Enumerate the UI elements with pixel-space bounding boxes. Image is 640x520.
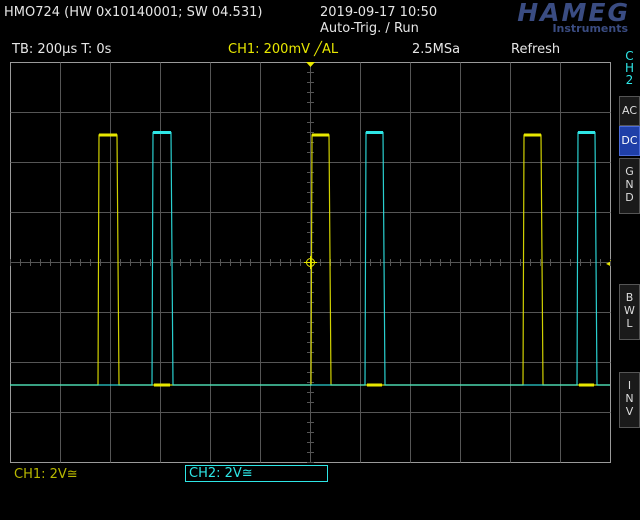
timebase-readout[interactable]: TB: 200µs T: 0s xyxy=(12,42,111,58)
ac-coupling-button[interactable]: AC xyxy=(619,96,640,126)
invert-button[interactable]: I N V xyxy=(619,372,640,428)
ch1-scale-readout[interactable]: CH1: 2V≅ xyxy=(14,467,78,483)
bandwidth-limit-button[interactable]: B W L xyxy=(619,284,640,340)
datetime: 2019-09-17 10:50 xyxy=(320,5,438,20)
acquire-mode: Refresh xyxy=(511,42,561,57)
trigger-level-marker: ◂T xyxy=(606,259,611,268)
device-info: HMO724 (HW 0x10140001; SW 04.531) xyxy=(4,5,263,20)
hameg-logo: HAMEG Instruments xyxy=(452,0,632,38)
logo-sub: Instruments xyxy=(552,22,628,35)
gnd-button[interactable]: G N D xyxy=(619,158,640,214)
dc-coupling-button[interactable]: DC xyxy=(619,126,640,156)
sample-rate: 2.5MSa xyxy=(412,42,461,57)
trigger-state: Auto-Trig. / Run xyxy=(320,21,419,36)
scope-screen: 2◂T xyxy=(10,62,611,463)
ch2-scale-readout[interactable]: CH2: 2V≅ xyxy=(185,465,328,482)
side-channel-tag: C H 2 xyxy=(624,49,635,87)
ch2-scale-label: CH2: 2V≅ xyxy=(189,466,253,481)
ch1-trigger-readout[interactable]: CH1: 200mV ╱AL xyxy=(228,42,338,58)
